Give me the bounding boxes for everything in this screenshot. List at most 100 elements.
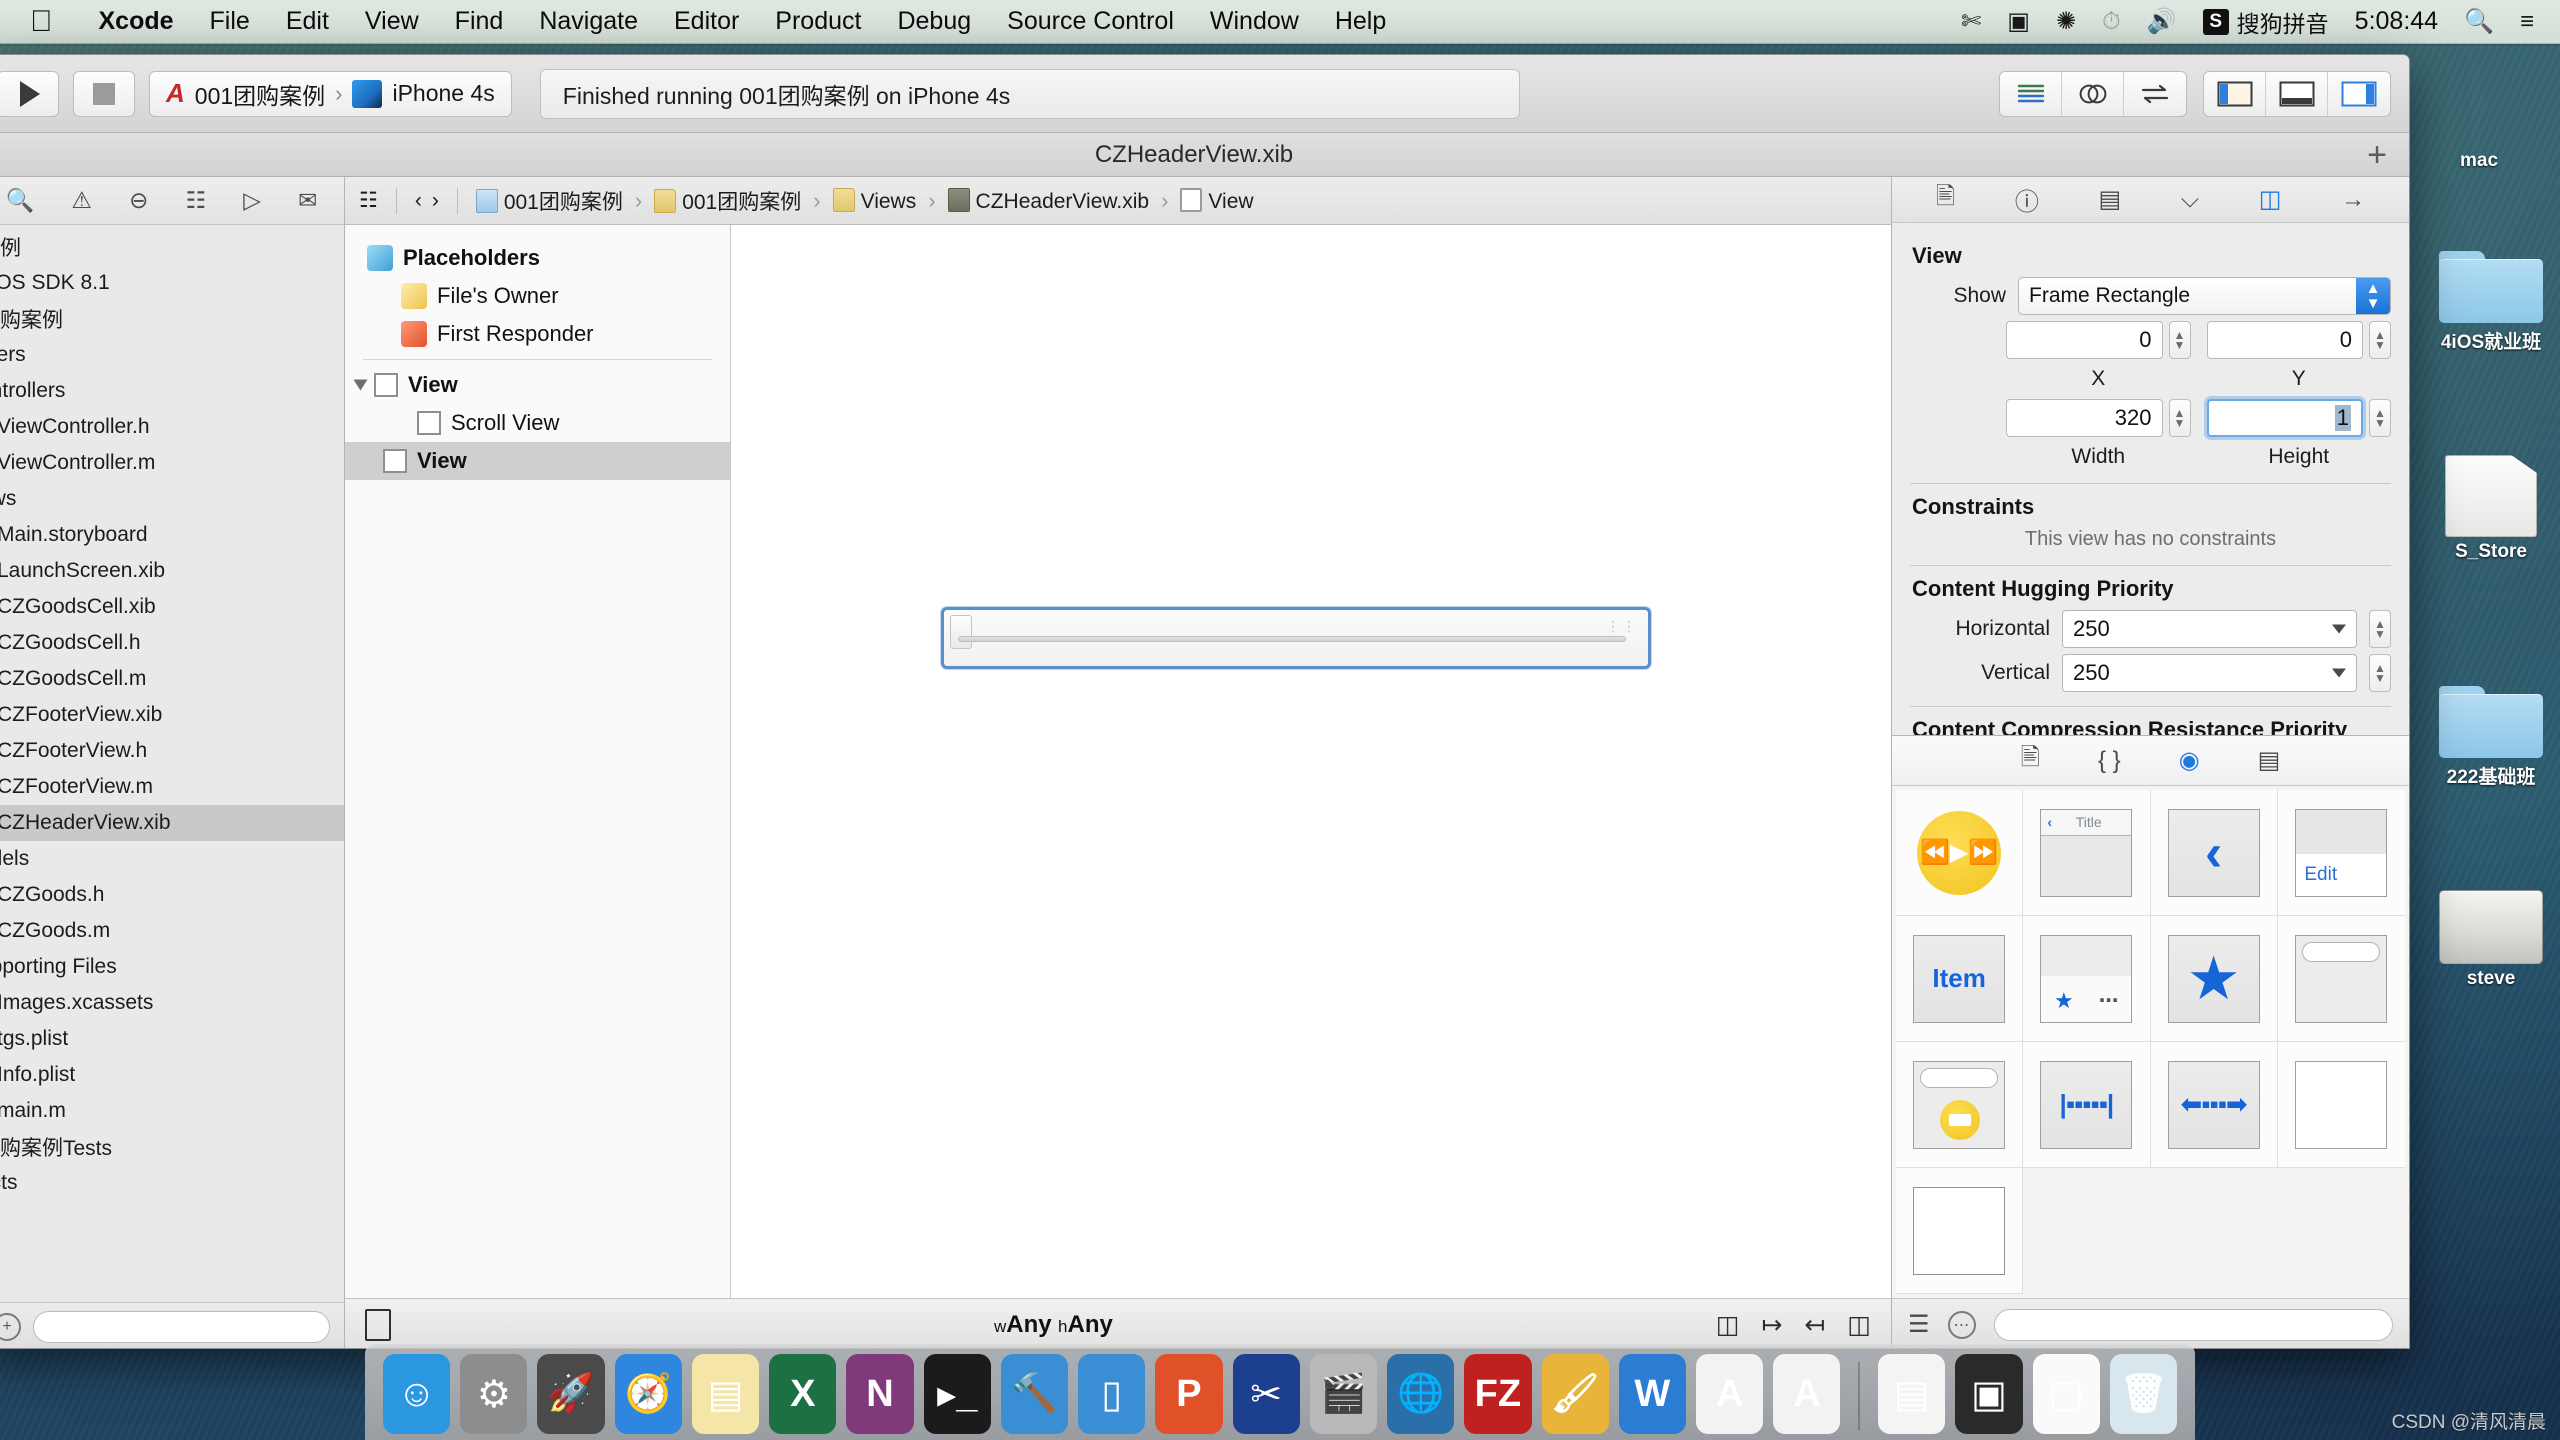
dock-item-system-preferences[interactable]: ⚙ <box>460 1354 528 1434</box>
outline-row-view-root[interactable]: View <box>345 366 730 404</box>
object-library-tab[interactable]: ◉ <box>2179 746 2200 775</box>
library-item-tab-bar-item-star[interactable]: ★ <box>2150 916 2278 1042</box>
dock-item-firefox[interactable]: 🌐 <box>1387 1354 1455 1434</box>
dock-item-safari[interactable]: 🧭 <box>614 1354 682 1434</box>
outline-row-scroll-view[interactable]: Scroll View <box>345 404 730 442</box>
volume-icon[interactable]: 🔊 <box>2147 9 2177 34</box>
dock-item-recent-doc-2[interactable]: ▣ <box>1955 1354 2023 1434</box>
dock-item-recent-doc-3[interactable]: ▢ <box>2032 1354 2100 1434</box>
dock-item-finder[interactable]: ☺ <box>383 1354 451 1434</box>
add-editor-button[interactable]: + <box>2367 138 2387 172</box>
breadcrumb-group[interactable]: 001团购案例 <box>654 186 801 216</box>
menu-item-view[interactable]: View <box>347 7 437 36</box>
screen-record-icon[interactable]: ▣ <box>2007 9 2030 34</box>
outline-row-placeholders[interactable]: Placeholders <box>345 239 730 277</box>
menu-item-source-control[interactable]: Source Control <box>989 7 1192 36</box>
hugging-vertical-field[interactable]: 250 <box>2062 654 2357 693</box>
apple-logo-icon[interactable]:  <box>30 6 53 37</box>
stop-button[interactable] <box>73 70 135 117</box>
dock-item-trash[interactable]: 🗑 <box>2109 1354 2178 1434</box>
file-row[interactable]: LaunchScreen.xib <box>0 553 344 589</box>
library-item-navigation-bar[interactable]: ‹ Title <box>2023 790 2151 916</box>
document-outline[interactable]: Placeholders File's Owner First Responde… <box>345 225 731 1298</box>
file-row[interactable]: 团购案例 <box>0 301 344 337</box>
library-item-navigation-item[interactable]: ‹ <box>2150 790 2278 916</box>
hugging-horizontal-field[interactable]: 250 <box>2062 610 2357 649</box>
library-item-view[interactable] <box>2277 1042 2405 1168</box>
menu-item-debug[interactable]: Debug <box>879 7 989 36</box>
file-row[interactable]: Info.plist <box>0 1057 344 1093</box>
width-field[interactable]: 320 <box>2006 399 2163 438</box>
menu-item-product[interactable]: Product <box>757 7 879 36</box>
view-corner-handle[interactable] <box>950 615 972 649</box>
file-template-library-tab[interactable]: 🖹 <box>2021 740 2040 781</box>
breakpoint-navigator-tab[interactable]: ▷ <box>243 187 261 214</box>
input-method-indicator[interactable]: S 搜狗拼音 <box>2202 5 2329 39</box>
dock-item-xcode[interactable]: 🔨 <box>1000 1354 1069 1434</box>
menu-bar-clock[interactable]: 5:08:44 <box>2355 7 2438 36</box>
pin-icon[interactable]: ↦ <box>1761 1310 1782 1340</box>
dock-item-microsoft-excel[interactable]: X <box>769 1354 837 1434</box>
device-preview-icon[interactable] <box>365 1308 391 1341</box>
resolve-issues-icon[interactable]: ↤ <box>1804 1310 1825 1340</box>
file-row[interactable]: main.m <box>0 1093 344 1129</box>
file-row[interactable]: CZGoodsCell.h <box>0 625 344 661</box>
library-item-fixed-space[interactable]: |▪▪▪▪▪| <box>2023 1042 2151 1168</box>
file-row[interactable]: ucts <box>0 1165 344 1201</box>
connections-inspector-tab[interactable]: → <box>2341 186 2365 214</box>
dock-item-preview[interactable]: 🖌 <box>1541 1354 1609 1434</box>
file-row[interactable]: CZHeaderView.xib <box>0 805 344 841</box>
breadcrumb-project[interactable]: 001团购案例 <box>475 186 623 216</box>
project-file-list[interactable]: 案例 , iOS SDK 8.1 团购案例 thers ontrollers ViewCo… <box>0 225 344 1302</box>
file-row[interactable]: thers <box>0 337 344 373</box>
assistant-editor-button[interactable] <box>2062 71 2124 116</box>
attributes-inspector-tab[interactable]: ⌵ <box>2181 186 2199 214</box>
identity-inspector-tab[interactable]: ▤ <box>2099 185 2122 214</box>
dock-item-terminal[interactable]: ▸_ <box>923 1354 991 1434</box>
toggle-utilities-button[interactable] <box>2328 72 2390 116</box>
size-inspector-tab[interactable]: ◫ <box>2259 185 2282 214</box>
file-row[interactable]: Images.xcassets <box>0 985 344 1021</box>
project-navigator-tab[interactable]: 🔍 <box>6 187 35 214</box>
menu-item-edit[interactable]: Edit <box>268 7 347 36</box>
dock-item-app-store-b[interactable]: A <box>1773 1354 1841 1434</box>
file-row[interactable]: CZGoods.h <box>0 877 344 913</box>
desktop-icon-folder-ios[interactable]: 4iOS就业班 <box>2416 245 2560 354</box>
library-item-container-view[interactable] <box>1896 1168 2024 1294</box>
hugging-vertical-stepper[interactable]: ▲ ▼ <box>2369 654 2391 693</box>
dock-item-microsoft-word[interactable]: W <box>1618 1354 1686 1434</box>
library-item-tab-bar-item[interactable]: Item <box>1896 916 2024 1042</box>
resizing-behavior-icon[interactable]: ◫ <box>1847 1310 1871 1340</box>
debug-navigator-tab[interactable]: ☷ <box>186 187 207 214</box>
outline-row-view-selected[interactable]: View <box>345 442 730 480</box>
disclosure-triangle-icon[interactable] <box>353 379 368 391</box>
file-row[interactable]: odels <box>0 841 344 877</box>
time-machine-icon[interactable]: ⏱ <box>2102 9 2121 34</box>
desktop-icon-folder-basics[interactable]: 222基础班 <box>2416 680 2560 789</box>
code-snippet-library-tab[interactable]: { } <box>2098 747 2121 775</box>
desktop-icon-store[interactable]: S_Store <box>2416 455 2560 563</box>
x-stepper[interactable]: ▲ ▼ <box>2168 321 2191 360</box>
file-row[interactable]: , iOS SDK 8.1 <box>0 265 344 301</box>
media-library-tab[interactable]: ▤ <box>2258 746 2281 775</box>
file-row[interactable]: CZFooterView.xib <box>0 697 344 733</box>
scheme-selector[interactable]: A 001团购案例 › iPhone 4s <box>149 70 512 117</box>
desktop-icon-steve[interactable]: steve <box>2416 890 2560 990</box>
editor-mode-segmented-control[interactable] <box>1999 70 2187 117</box>
file-row[interactable]: ViewController.h <box>0 409 344 445</box>
issue-navigator-tab[interactable]: ⚠ <box>71 187 92 214</box>
dock-item-recent-doc-1[interactable]: ▤ <box>1878 1354 1946 1434</box>
toggle-navigator-button[interactable] <box>2204 71 2266 116</box>
file-row[interactable]: CZGoodsCell.m <box>0 661 344 697</box>
library-item-search-bar-scope[interactable] <box>1896 1042 2024 1168</box>
add-file-icon[interactable]: + <box>0 1312 21 1341</box>
dock-item-launchpad[interactable]: 🚀 <box>537 1354 605 1434</box>
file-row[interactable]: upporting Files <box>0 949 344 985</box>
forward-button[interactable]: › <box>432 189 439 213</box>
navigator-filter-input[interactable] <box>33 1310 330 1343</box>
show-popup-button[interactable]: Frame Rectangle ▲ ▼ <box>2018 277 2391 316</box>
toggle-debug-area-button[interactable] <box>2266 71 2328 116</box>
run-button[interactable] <box>0 70 59 117</box>
dock-item-app-store-a[interactable]: A <box>1695 1354 1764 1434</box>
library-item-media-player[interactable]: ⏪▶⏩ <box>1896 790 2024 916</box>
